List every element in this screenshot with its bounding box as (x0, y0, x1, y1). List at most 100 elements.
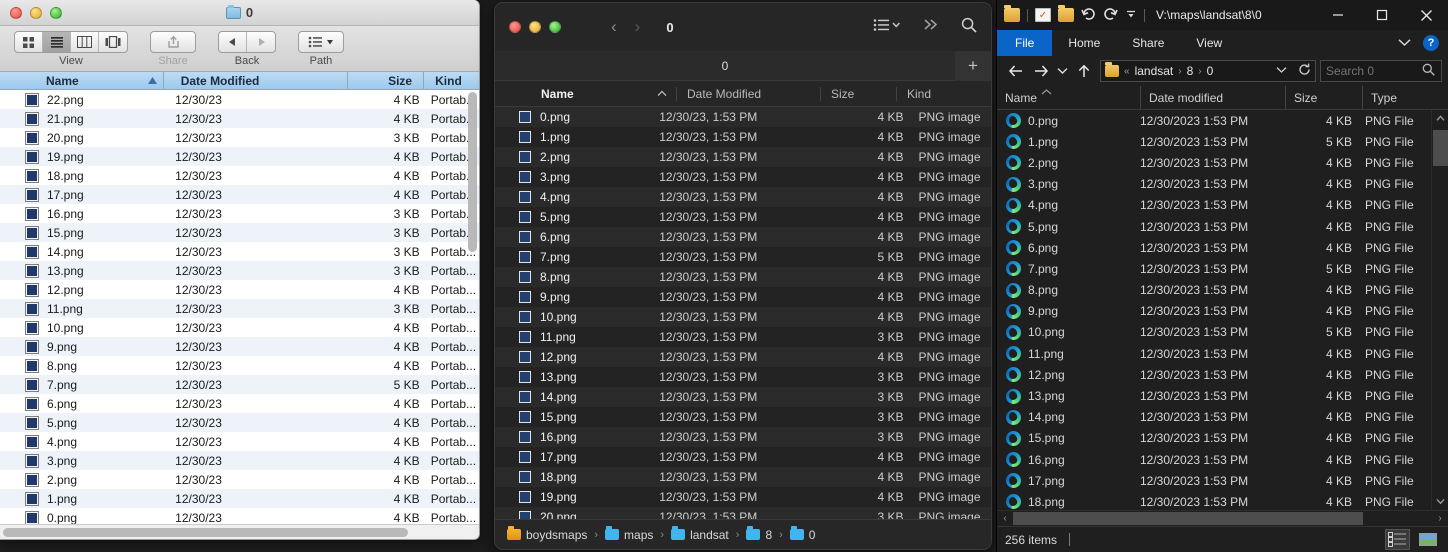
table-row[interactable]: 13.png 12/30/23, 1:53 PM 3 KB PNG image (495, 367, 991, 387)
column-header-size[interactable]: Size (1285, 86, 1362, 109)
up-button[interactable] (1071, 58, 1096, 84)
table-row[interactable]: 17.png 12/30/2023 1:53 PM 4 KB PNG File (997, 470, 1448, 491)
table-row[interactable]: 12.png 12/30/2023 1:53 PM 4 KB PNG File (997, 364, 1448, 385)
back-forward-segmented[interactable] (218, 31, 276, 53)
table-row[interactable]: 20.png 12/30/23, 1:53 PM 3 KB PNG image (495, 507, 991, 519)
table-row[interactable]: 8.png 12/30/2023 1:53 PM 4 KB PNG File (997, 280, 1448, 301)
table-row[interactable]: 13.png 12/30/2023 1:53 PM 4 KB PNG File (997, 385, 1448, 406)
table-row[interactable]: 14.png 12/30/23 3 KB Portab... (0, 242, 479, 261)
table-row[interactable]: 4.png 12/30/23 4 KB Portab... (0, 432, 479, 451)
column-header-date[interactable]: Date Modified (162, 72, 348, 89)
new-folder-icon[interactable] (1058, 5, 1074, 22)
table-row[interactable]: 16.png 12/30/2023 1:53 PM 4 KB PNG File (997, 449, 1448, 470)
gallery-view-button[interactable] (99, 32, 127, 52)
table-row[interactable]: 19.png 12/30/23 4 KB Portab... (0, 147, 479, 166)
properties-icon[interactable]: ✓ (1035, 8, 1051, 22)
table-row[interactable]: 13.png 12/30/23 3 KB Portab... (0, 261, 479, 280)
ribbon-tab-view[interactable]: View (1180, 30, 1238, 56)
table-row[interactable]: 12.png 12/30/23, 1:53 PM 4 KB PNG image (495, 347, 991, 367)
ribbon-tab-home[interactable]: Home (1052, 30, 1116, 56)
path-crumb-8[interactable]: 8 (746, 526, 772, 542)
table-row[interactable]: 15.png 12/30/23 3 KB Portab... (0, 223, 479, 242)
explorer-titlebar[interactable]: ✓ V:\maps\landsat\8\0 (997, 0, 1448, 30)
table-row[interactable]: 3.png 12/30/23 4 KB Portab... (0, 451, 479, 470)
vertical-scrollbar[interactable] (1431, 110, 1448, 510)
explorer-file-list[interactable]: 0.png 12/30/2023 1:53 PM 4 KB PNG File 1.png… (997, 110, 1448, 510)
forward-button[interactable] (247, 32, 275, 52)
column-header-size[interactable]: Size (347, 72, 423, 89)
column-header-date[interactable]: Date Modified (676, 86, 820, 101)
table-row[interactable]: 21.png 12/30/23 4 KB Portab... (0, 109, 479, 128)
vertical-scrollbar-thumb[interactable] (1432, 130, 1448, 166)
back-button[interactable] (1003, 58, 1028, 84)
finder-dark-titlebar[interactable]: ‹ › 0 (495, 3, 991, 51)
forward-button[interactable]: › (635, 17, 641, 37)
scroll-left-arrow[interactable]: ‹ (997, 513, 1013, 524)
horizontal-scrollbar-thumb[interactable] (3, 527, 408, 537)
table-row[interactable]: 14.png 12/30/2023 1:53 PM 4 KB PNG File (997, 407, 1448, 428)
search-icon[interactable] (1422, 63, 1435, 79)
horizontal-scrollbar-track[interactable] (1013, 511, 1432, 527)
table-row[interactable]: 8.png 12/30/23, 1:53 PM 4 KB PNG image (495, 267, 991, 287)
table-row[interactable]: 22.png 12/30/23 4 KB Portab... (0, 90, 479, 109)
column-header-size[interactable]: Size (820, 86, 896, 101)
icon-view-button[interactable] (15, 32, 43, 52)
table-row[interactable]: 10.png 12/30/23, 1:53 PM 4 KB PNG image (495, 307, 991, 327)
table-row[interactable]: 20.png 12/30/23 3 KB Portab... (0, 128, 479, 147)
table-row[interactable]: 17.png 12/30/23, 1:53 PM 4 KB PNG image (495, 447, 991, 467)
table-row[interactable]: 5.png 12/30/23 4 KB Portab... (0, 413, 479, 432)
back-button[interactable]: ‹ (611, 17, 617, 37)
close-button[interactable] (1404, 0, 1448, 30)
path-crumb-0[interactable]: 0 (789, 526, 815, 542)
thumbnail-view-button[interactable] (1415, 529, 1440, 550)
table-row[interactable]: 2.png 12/30/2023 1:53 PM 4 KB PNG File (997, 152, 1448, 173)
column-header-name[interactable]: Name (997, 86, 1140, 109)
back-button[interactable] (219, 32, 247, 52)
redo-icon[interactable] (1103, 7, 1118, 24)
finder-light-titlebar[interactable]: 0 (0, 0, 479, 26)
table-row[interactable]: 1.png 12/30/2023 1:53 PM 5 KB PNG File (997, 131, 1448, 152)
table-row[interactable]: 3.png 12/30/2023 1:53 PM 4 KB PNG File (997, 174, 1448, 195)
share-button[interactable] (150, 31, 196, 53)
explorer-horizontal-scrollbar[interactable]: ‹ › (997, 510, 1448, 526)
table-row[interactable]: 7.png 12/30/2023 1:53 PM 5 KB PNG File (997, 258, 1448, 279)
table-row[interactable]: 18.png 12/30/2023 1:53 PM 4 KB PNG File (997, 491, 1448, 510)
forward-button[interactable] (1028, 58, 1053, 84)
undo-icon[interactable] (1081, 7, 1096, 24)
table-row[interactable]: 1.png 12/30/23, 1:53 PM 4 KB PNG image (495, 127, 991, 147)
chevron-down-icon[interactable] (1398, 36, 1411, 50)
more-toolbar-items-button[interactable] (923, 18, 939, 36)
table-row[interactable]: 14.png 12/30/23, 1:53 PM 3 KB PNG image (495, 387, 991, 407)
scroll-up-arrow[interactable] (1436, 110, 1445, 127)
view-options-button[interactable] (873, 18, 901, 37)
close-button[interactable] (509, 21, 521, 33)
scrollbar-track[interactable] (1432, 127, 1448, 493)
table-row[interactable]: 9.png 12/30/2023 1:53 PM 4 KB PNG File (997, 301, 1448, 322)
table-row[interactable]: 9.png 12/30/23 4 KB Portab... (0, 337, 479, 356)
refresh-icon[interactable] (1292, 63, 1311, 79)
scroll-right-arrow[interactable]: › (1432, 513, 1448, 524)
table-row[interactable]: 11.png 12/30/23 3 KB Portab... (0, 299, 479, 318)
path-button[interactable] (298, 31, 344, 53)
table-row[interactable]: 16.png 12/30/23, 1:53 PM 3 KB PNG image (495, 427, 991, 447)
column-header-kind[interactable]: Kind (423, 72, 479, 89)
tab-0[interactable]: 0 (495, 59, 955, 73)
breadcrumb-overflow[interactable]: « (1124, 66, 1130, 77)
table-row[interactable]: 4.png 12/30/23, 1:53 PM 4 KB PNG image (495, 187, 991, 207)
table-row[interactable]: 5.png 12/30/2023 1:53 PM 4 KB PNG File (997, 216, 1448, 237)
table-row[interactable]: 2.png 12/30/23, 1:53 PM 4 KB PNG image (495, 147, 991, 167)
breadcrumb-landsat[interactable]: landsat (1135, 64, 1174, 78)
table-row[interactable]: 0.png 12/30/2023 1:53 PM 4 KB PNG File (997, 110, 1448, 131)
zoom-button[interactable] (549, 21, 561, 33)
details-view-button[interactable] (1385, 529, 1410, 550)
view-mode-segmented[interactable] (14, 31, 128, 53)
table-row[interactable]: 9.png 12/30/23, 1:53 PM 4 KB PNG image (495, 287, 991, 307)
finder-light-file-list[interactable]: 22.png 12/30/23 4 KB Portab... 21.png 12/30/2… (0, 90, 479, 524)
list-view-button[interactable] (43, 32, 71, 52)
table-row[interactable]: 6.png 12/30/23 4 KB Portab... (0, 394, 479, 413)
table-row[interactable]: 19.png 12/30/23, 1:53 PM 4 KB PNG image (495, 487, 991, 507)
path-crumb-boydsmaps[interactable]: boydsmaps (507, 526, 587, 542)
table-row[interactable]: 6.png 12/30/2023 1:53 PM 4 KB PNG File (997, 237, 1448, 258)
finder-dark-file-list[interactable]: 0.png 12/30/23, 1:53 PM 4 KB PNG image 1.png… (495, 107, 991, 519)
minimize-button[interactable] (529, 21, 541, 33)
